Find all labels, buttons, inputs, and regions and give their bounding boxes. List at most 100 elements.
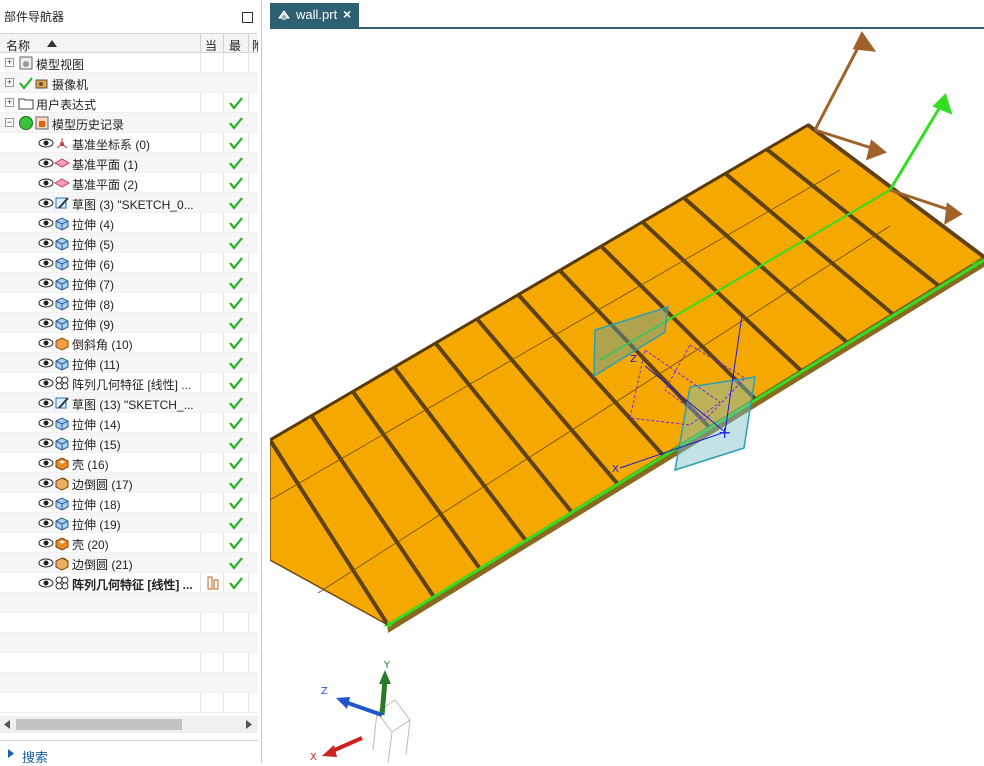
- visibility-eye-icon[interactable]: [38, 535, 54, 551]
- visibility-eye-icon[interactable]: [38, 395, 54, 411]
- expand-arrow-icon[interactable]: [8, 749, 14, 758]
- visibility-eye-icon[interactable]: [38, 435, 54, 451]
- status-dot-icon: [19, 116, 33, 130]
- tree-row[interactable]: 基准平面 (2): [0, 173, 258, 193]
- expand-icon[interactable]: +: [5, 98, 14, 107]
- visibility-eye-icon[interactable]: [38, 575, 54, 591]
- scroll-thumb[interactable]: [16, 719, 182, 730]
- visibility-eye-icon[interactable]: [38, 255, 54, 271]
- tree-row-label: 模型视图: [36, 58, 85, 72]
- model-views-icon: [19, 56, 33, 70]
- visibility-eye-icon[interactable]: [38, 555, 54, 571]
- tree-row[interactable]: 草图 (3) "SKETCH_0...: [0, 193, 258, 213]
- tree-row-label: 拉伸 (18): [72, 498, 121, 512]
- tree-row[interactable]: + 模型视图: [0, 53, 258, 73]
- tree-row-label: 拉伸 (11): [72, 358, 120, 372]
- tree-row[interactable]: + 摄像机: [0, 73, 258, 93]
- visibility-eye-icon[interactable]: [38, 195, 54, 211]
- tree-row[interactable]: 拉伸 (7): [0, 273, 258, 293]
- visibility-eye-icon[interactable]: [38, 135, 54, 151]
- svg-text:Y: Y: [383, 660, 391, 671]
- extrude-icon: [55, 257, 69, 271]
- empty-row: [0, 673, 258, 693]
- up-to-date-check-icon: [229, 357, 243, 370]
- visibility-eye-icon[interactable]: [38, 295, 54, 311]
- tree-row-label: 拉伸 (9): [72, 318, 115, 332]
- horizontal-scrollbar[interactable]: [0, 716, 258, 733]
- graphics-viewport[interactable]: + + + X Z Y Z X: [270, 31, 984, 763]
- tree-row[interactable]: 边倒圆 (17): [0, 473, 258, 493]
- tree-row[interactable]: 基准平面 (1): [0, 153, 258, 173]
- tree-row[interactable]: 壳 (16): [0, 453, 258, 473]
- tree-row[interactable]: 拉伸 (8): [0, 293, 258, 313]
- search-label[interactable]: 搜索: [22, 747, 48, 766]
- tree-row[interactable]: 拉伸 (6): [0, 253, 258, 273]
- tree-row[interactable]: 阵列几何特征 [线性] ...: [0, 573, 258, 593]
- tree-row[interactable]: 拉伸 (4): [0, 213, 258, 233]
- visibility-eye-icon[interactable]: [38, 515, 54, 531]
- tree-row[interactable]: 拉伸 (9): [0, 313, 258, 333]
- tree-row[interactable]: 基准坐标系 (0): [0, 133, 258, 153]
- visibility-eye-icon[interactable]: [38, 495, 54, 511]
- model-canvas[interactable]: + + + X Z Y Z X: [270, 31, 984, 763]
- column-extra-header[interactable]: 附: [252, 37, 258, 54]
- visibility-eye-icon[interactable]: [38, 155, 54, 171]
- tab-wall-prt[interactable]: wall.prt ×: [270, 3, 359, 27]
- tree-row[interactable]: 壳 (20): [0, 533, 258, 553]
- tree-row[interactable]: 拉伸 (5): [0, 233, 258, 253]
- tree-row[interactable]: 拉伸 (19): [0, 513, 258, 533]
- tree-row[interactable]: 阵列几何特征 [线性] ...: [0, 373, 258, 393]
- camera-icon: [35, 79, 48, 89]
- visibility-eye-icon[interactable]: [38, 275, 54, 291]
- visibility-eye-icon[interactable]: [38, 315, 54, 331]
- view-triad[interactable]: Y Z X: [310, 660, 411, 763]
- tree-row[interactable]: − 模型历史记录: [0, 113, 258, 133]
- tree-row[interactable]: 边倒圆 (21): [0, 553, 258, 573]
- visibility-eye-icon[interactable]: [38, 235, 54, 251]
- search-section[interactable]: 搜索: [0, 740, 258, 766]
- tree-row[interactable]: 拉伸 (11): [0, 353, 258, 373]
- empty-row: [0, 693, 258, 713]
- expand-icon[interactable]: +: [5, 58, 14, 67]
- expand-icon[interactable]: +: [5, 78, 14, 87]
- up-to-date-check-icon: [229, 497, 243, 510]
- up-to-date-check-icon: [229, 557, 243, 570]
- maximize-icon[interactable]: [242, 12, 253, 23]
- up-to-date-check-icon: [229, 297, 243, 310]
- tree-row[interactable]: 拉伸 (14): [0, 413, 258, 433]
- tree-row[interactable]: + 用户表达式: [0, 93, 258, 113]
- column-name-header[interactable]: 名称: [6, 37, 30, 54]
- visibility-eye-icon[interactable]: [38, 215, 54, 231]
- visibility-eye-icon[interactable]: [38, 175, 54, 191]
- extrude-icon: [55, 517, 69, 531]
- visibility-eye-icon[interactable]: [38, 455, 54, 471]
- visibility-eye-icon[interactable]: [38, 475, 54, 491]
- visibility-eye-icon[interactable]: [38, 375, 54, 391]
- green-vector-arrow[interactable]: [888, 93, 953, 191]
- tree-row-label: 基准坐标系 (0): [72, 138, 151, 152]
- scroll-left-icon[interactable]: [4, 720, 10, 729]
- up-to-date-check-icon: [229, 317, 243, 330]
- tree-row-label: 倒斜角 (10): [72, 338, 133, 352]
- tree-row[interactable]: 倒斜角 (10): [0, 333, 258, 353]
- visibility-eye-icon[interactable]: [38, 415, 54, 431]
- column-current-header[interactable]: 当: [205, 37, 217, 54]
- extrude-icon: [55, 437, 69, 451]
- tree-row[interactable]: 草图 (13) "SKETCH_...: [0, 393, 258, 413]
- close-tab-icon[interactable]: ×: [343, 6, 351, 22]
- up-to-date-check-icon: [229, 217, 243, 230]
- tree-row[interactable]: 拉伸 (15): [0, 433, 258, 453]
- folder-icon: [18, 98, 34, 110]
- tree-row-label: 基准平面 (1): [72, 158, 139, 172]
- up-to-date-check-icon: [229, 257, 243, 270]
- column-latest-header[interactable]: 最: [229, 37, 241, 54]
- scroll-right-icon[interactable]: [246, 720, 252, 729]
- up-to-date-check-icon: [229, 417, 243, 430]
- wall-panel[interactable]: [270, 124, 984, 626]
- collapse-icon[interactable]: −: [5, 118, 14, 127]
- pattern-icon: [55, 376, 69, 390]
- visibility-eye-icon[interactable]: [38, 335, 54, 351]
- visibility-eye-icon[interactable]: [38, 355, 54, 371]
- up-to-date-check-icon: [229, 337, 243, 350]
- tree-row[interactable]: 拉伸 (18): [0, 493, 258, 513]
